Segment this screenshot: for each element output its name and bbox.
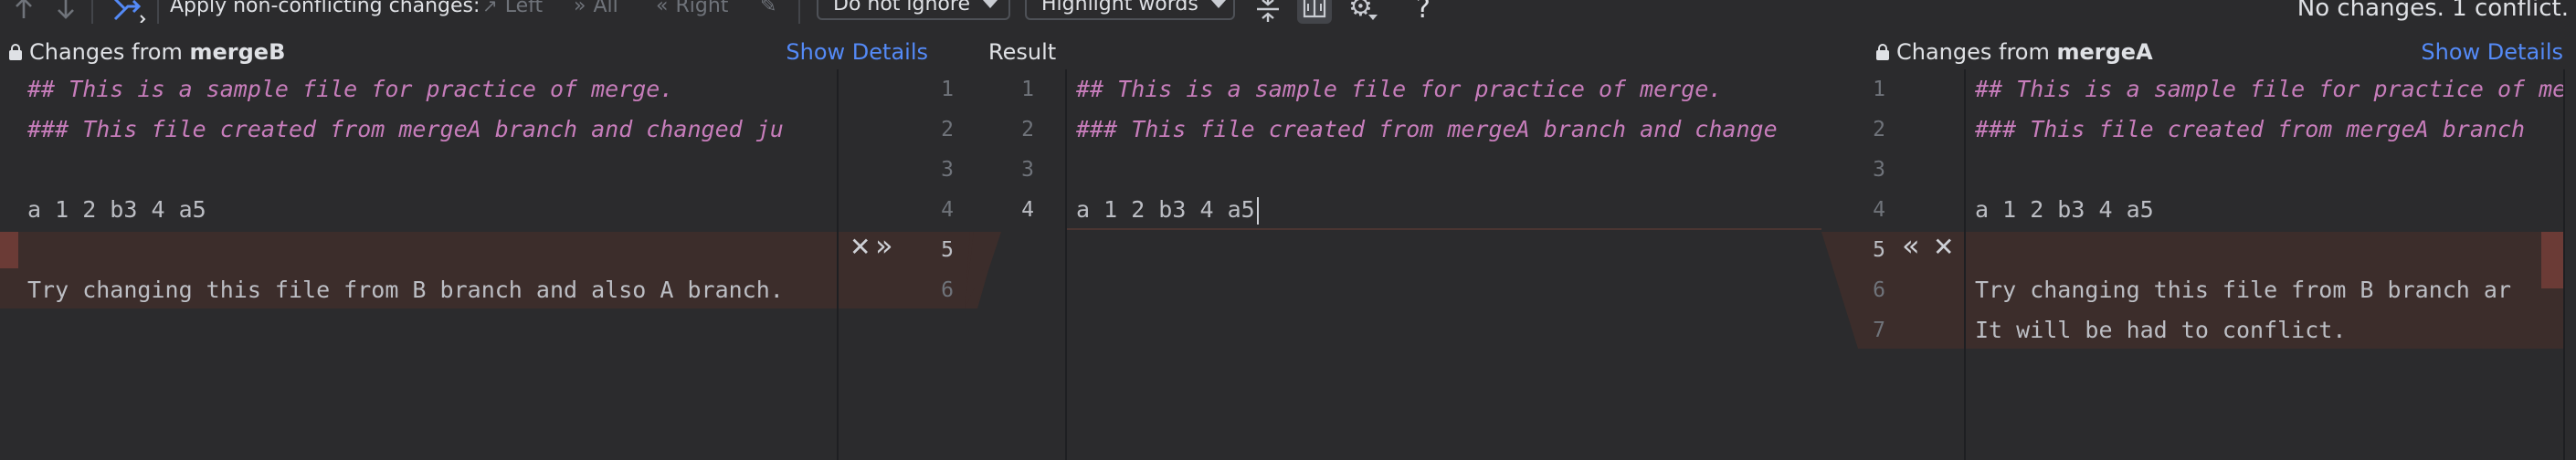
arrow-up-right-icon: ↗: [482, 0, 498, 16]
left-line-number: 6: [941, 278, 954, 302]
accept-right-chevron-icon[interactable]: «: [1902, 228, 1920, 263]
conflict-marker: [0, 232, 18, 268]
right-line-number: 2: [1873, 118, 1885, 141]
double-chevron-left-icon: «: [656, 0, 669, 17]
result-title: Result: [988, 39, 1057, 65]
merge-gutter: 1 2 3 4 5 6 ✕ » 1 2 3 4: [839, 69, 1065, 460]
code-line: a 1 2 b3 4 a5: [27, 196, 206, 223]
arrow-up-icon[interactable]: [13, 0, 35, 22]
left-branch-name: mergeB: [189, 39, 286, 65]
double-chevron-icon: »: [574, 0, 586, 17]
right-line-number: 6: [1873, 278, 1885, 302]
right-line-number: 1: [1873, 78, 1885, 101]
code-line: a 1 2 b3 4 a5: [1975, 196, 2154, 223]
merge-status-text: No changes. 1 conflict.: [2296, 0, 2569, 22]
toolbar-divider: [798, 0, 800, 24]
result-line-number: 2: [1021, 118, 1034, 141]
right-show-details-link[interactable]: Show Details: [2421, 39, 2563, 65]
code-line: Try changing this file from B branch ar: [1975, 277, 2511, 303]
apply-nonconflicting-label: Apply non-conflicting changes:: [170, 0, 480, 17]
right-editor[interactable]: ## This is a sample file for practice of…: [1966, 69, 2563, 460]
right-pane-header: Changes from mergeA Show Details: [1876, 37, 2563, 68]
apply-right-button[interactable]: «Right: [656, 0, 728, 17]
result-editor[interactable]: ## This is a sample file for practice of…: [1067, 69, 1821, 460]
highlight-words-select[interactable]: Highlight words: [1025, 0, 1235, 20]
apply-left-button[interactable]: ↗ Left: [482, 0, 543, 17]
merge-magic-icon[interactable]: [111, 0, 148, 23]
code-line: ## This is a sample file for practice of…: [1076, 76, 1723, 102]
result-line-number: 3: [1021, 158, 1034, 182]
code-line: ## This is a sample file for practice of…: [1975, 76, 2563, 102]
ignore-whitespace-select[interactable]: Do not ignore: [817, 0, 1010, 20]
accept-left-chevron-icon[interactable]: »: [875, 228, 893, 263]
left-line-number: 4: [941, 198, 954, 222]
vertical-scrollbar[interactable]: [2563, 69, 2576, 460]
lock-icon: [1876, 44, 1889, 60]
help-button[interactable]: ?: [1416, 0, 1431, 25]
magic-resolve-icon[interactable]: ✎: [760, 0, 776, 17]
right-line-number: 5: [1873, 238, 1885, 262]
left-editor[interactable]: ## This is a sample file for practice of…: [0, 69, 837, 460]
toolbar-divider: [157, 0, 159, 24]
code-line-current: a 1 2 b3 4 a5: [1076, 190, 1259, 230]
left-show-details-link[interactable]: Show Details: [786, 39, 928, 65]
right-branch-name: mergeA: [2056, 39, 2153, 65]
ignore-change-x-icon[interactable]: ✕: [850, 232, 871, 262]
left-pane-header: Changes from mergeB Show Details: [9, 37, 928, 68]
lock-icon: [9, 44, 22, 60]
right-line-number: 7: [1873, 319, 1885, 342]
code-line: ### This file created from mergeA branch…: [1076, 116, 1778, 142]
apply-all-button[interactable]: » All: [574, 0, 618, 17]
chevron-down-icon: [983, 0, 998, 8]
left-line-number: 2: [941, 118, 954, 141]
right-line-number: 3: [1873, 158, 1885, 182]
right-gutter: « ✕ 1 2 3 4 5 6 7: [1821, 69, 1964, 460]
collapse-unchanged-icon[interactable]: [1255, 0, 1281, 29]
code-line: ### This file created from mergeA branch…: [27, 116, 784, 142]
right-line-number: 4: [1873, 198, 1885, 222]
sync-scroll-icon[interactable]: [1297, 0, 1332, 24]
conflict-marker: [2541, 232, 2563, 288]
code-line: Try changing this file from B branch and…: [27, 277, 784, 303]
text-cursor: [1256, 197, 1259, 225]
code-line: It will be had to conflict.: [1975, 317, 2347, 343]
result-header: Result: [988, 37, 1056, 68]
left-line-number: 3: [941, 158, 954, 182]
conflict-connector-right: [1821, 232, 1964, 349]
left-line-number: 1: [941, 78, 954, 101]
chevron-down-icon: [1210, 0, 1226, 8]
code-line: ### This file created from mergeA branch: [1975, 116, 2526, 142]
result-line-number: 1: [1021, 78, 1034, 101]
code-line: ## This is a sample file for practice of…: [27, 76, 674, 102]
ignore-change-x-icon[interactable]: ✕: [1933, 232, 1954, 262]
arrow-down-icon[interactable]: [55, 0, 77, 22]
toolbar: Apply non-conflicting changes: ↗ Left » Al…: [0, 0, 2576, 26]
chevron-down-icon[interactable]: [1368, 15, 1378, 20]
toolbar-divider: [91, 0, 93, 24]
result-line-number: 4: [1021, 198, 1034, 222]
left-line-number: 5: [941, 238, 954, 262]
